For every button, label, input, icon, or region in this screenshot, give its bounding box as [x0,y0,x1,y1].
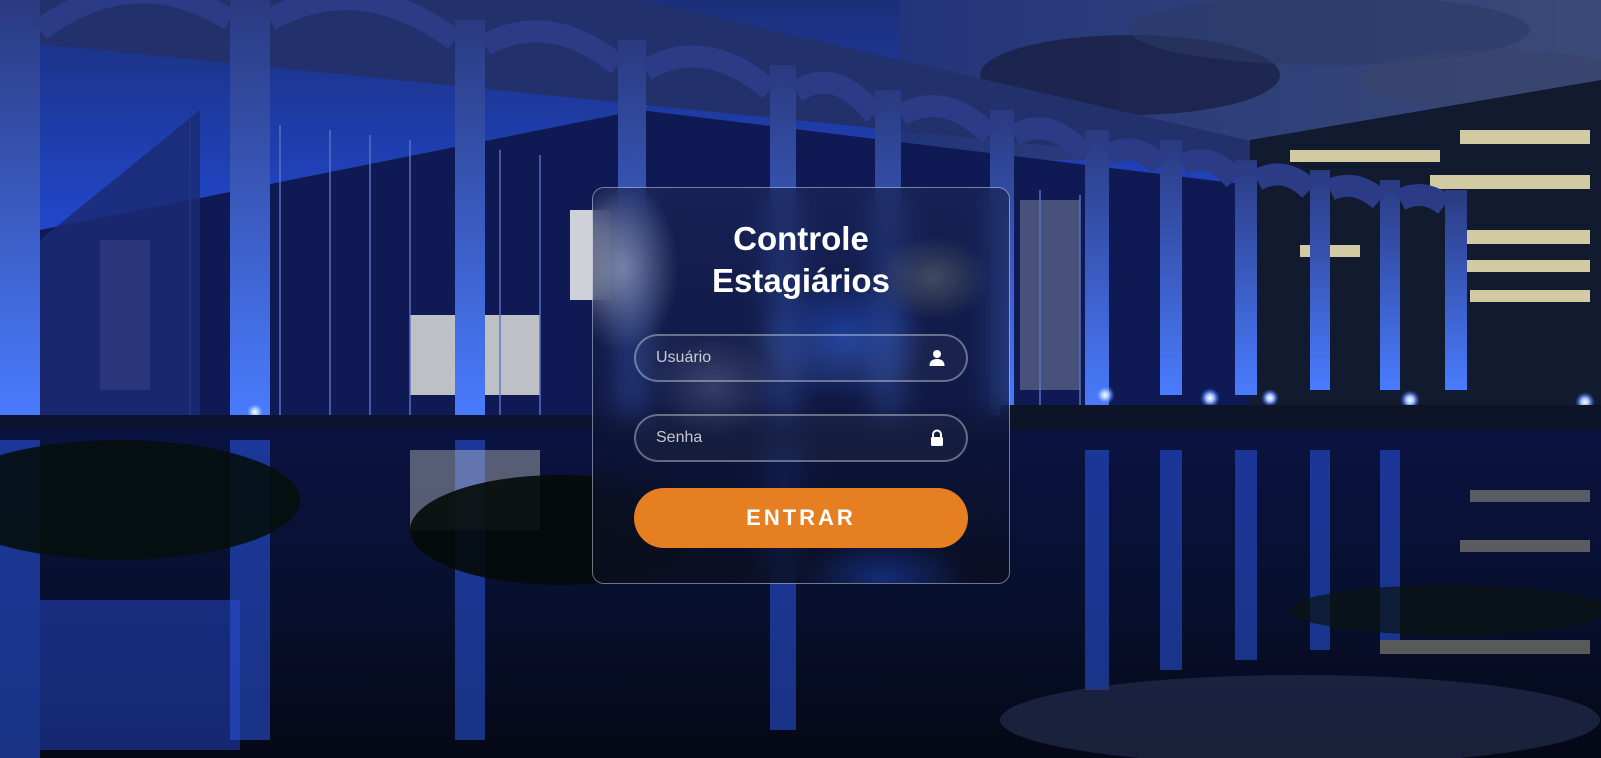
lock-icon [931,429,943,446]
username-input[interactable] [656,336,916,380]
user-icon [929,350,945,366]
submit-button[interactable]: ENTRAR [634,488,968,548]
username-field[interactable] [634,334,968,382]
login-page: Controle Estagiários ENTRAR [0,0,1601,758]
page-title: Controle Estagiários [593,218,1009,302]
title-line-1: Controle [733,220,869,257]
password-field[interactable] [634,414,968,462]
login-card: Controle Estagiários ENTRAR [592,187,1010,584]
title-line-2: Estagiários [712,262,890,299]
password-input[interactable] [656,416,916,460]
